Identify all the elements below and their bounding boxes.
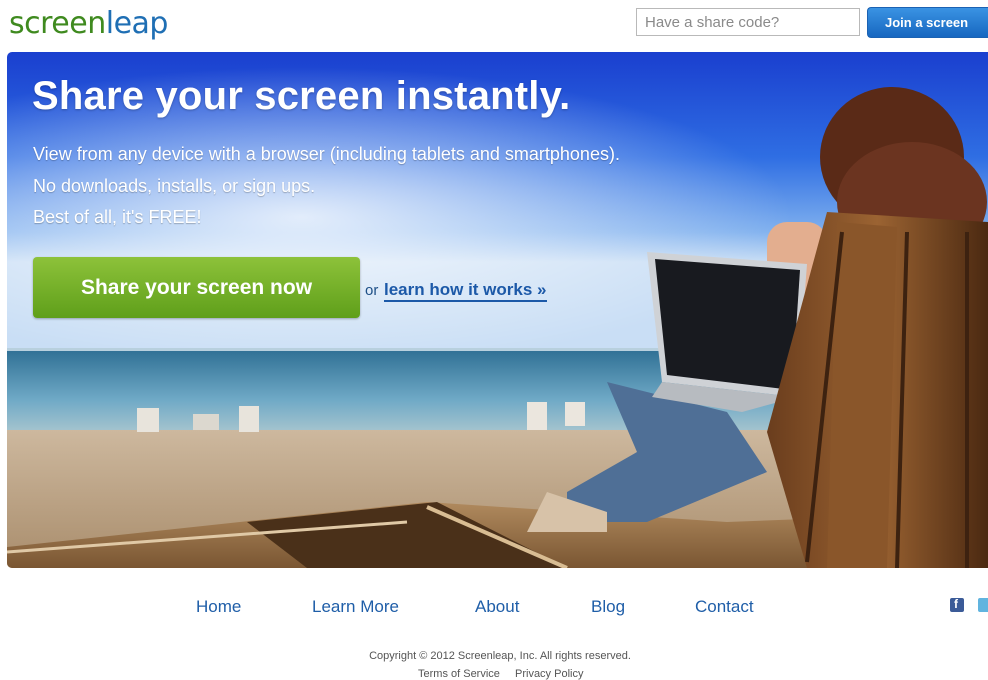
hero-banner: Share your screen instantly. View from a… [7, 52, 988, 568]
hero-tagline-no-downloads: No downloads, installs, or sign ups. [33, 176, 316, 196]
join-screen-button[interactable]: Join a screen [867, 7, 988, 38]
learn-how-it-works-link[interactable]: learn how it works » [384, 280, 547, 302]
share-code-input[interactable] [636, 8, 860, 36]
footer-nav-learn-more[interactable]: Learn More [312, 597, 399, 617]
footer-nav-blog[interactable]: Blog [591, 597, 625, 617]
or-text: or [365, 282, 379, 299]
facebook-icon[interactable] [950, 597, 964, 612]
hero-title: Share your screen instantly. [32, 74, 571, 118]
logo-screen-text: screen [9, 6, 106, 41]
footer-nav-about[interactable]: About [475, 597, 519, 617]
footer-nav-contact[interactable]: Contact [695, 597, 754, 617]
screenleap-logo[interactable]: screenleap [9, 6, 168, 42]
hero-tagline-free: Best of all, it's FREE! [33, 207, 202, 227]
privacy-policy-link[interactable]: Privacy Policy [515, 668, 583, 680]
share-screen-now-button[interactable]: Share your screen now [33, 257, 360, 318]
footer-nav-home[interactable]: Home [196, 597, 241, 617]
hero-tagline-devices: View from any device with a browser (inc… [33, 144, 620, 164]
twitter-icon[interactable] [978, 598, 988, 612]
logo-leap-text: leap [105, 6, 169, 41]
copyright-text: Copyright © 2012 Screenleap, Inc. All ri… [369, 650, 631, 662]
terms-of-service-link[interactable]: Terms of Service [418, 668, 500, 680]
